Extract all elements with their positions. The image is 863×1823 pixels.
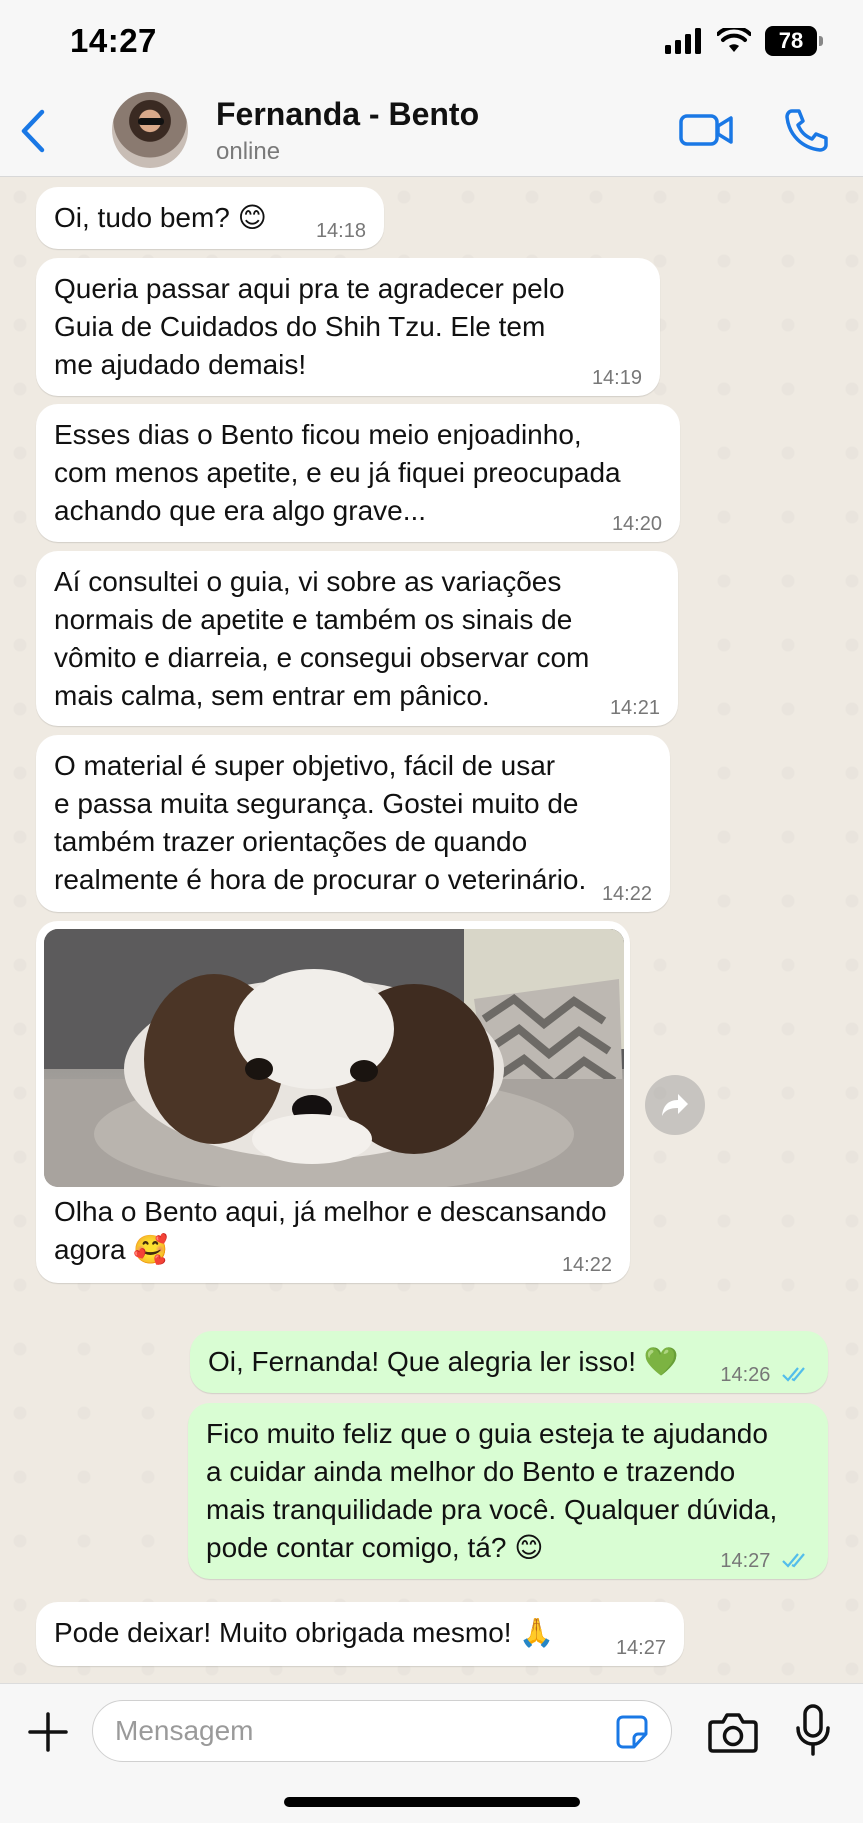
- message-incoming[interactable]: Esses dias o Bento ficou meio enjoadinho…: [36, 404, 680, 542]
- photo-message[interactable]: Olha o Bento aqui, já melhor e descansan…: [36, 921, 630, 1283]
- message-time: 14:19: [591, 367, 642, 389]
- message-time: 14:21: [609, 697, 660, 719]
- phone-icon[interactable]: [782, 106, 830, 154]
- message-time: 14:27: [720, 1551, 810, 1571]
- message-incoming[interactable]: Queria passar aqui pra te agradecer pelo…: [36, 258, 660, 396]
- cellular-signal-icon: [665, 28, 701, 54]
- message-outgoing[interactable]: Fico muito feliz que o guia esteja te aj…: [188, 1403, 828, 1579]
- status-icons: 78: [665, 26, 823, 56]
- message-time: 14:22: [601, 883, 652, 905]
- wifi-icon: [717, 28, 751, 52]
- message-text: Olha o Bento aqui, já melhor e descansan…: [54, 1196, 607, 1265]
- plus-icon[interactable]: [28, 1712, 68, 1752]
- message-incoming[interactable]: Aí consultei o guia, vi sobre as variaçõ…: [36, 551, 678, 726]
- message-text: Esses dias o Bento ficou meio enjoadinho…: [54, 419, 621, 526]
- message-text: O material é super objetivo, fácil de us…: [54, 750, 587, 895]
- camera-icon[interactable]: [708, 1710, 758, 1754]
- message-text: Queria passar aqui pra te agradecer pelo…: [54, 273, 565, 380]
- sticker-icon[interactable]: [612, 1712, 652, 1752]
- contact-name[interactable]: Fernanda - Bento: [216, 96, 479, 133]
- avatar[interactable]: [112, 92, 188, 168]
- status-time: 14:27: [70, 22, 157, 59]
- message-time-text: 14:26: [720, 1364, 771, 1386]
- chat-header: Fernanda - Bento online: [0, 88, 863, 177]
- message-time: 14:18: [315, 220, 366, 242]
- chat-area[interactable]: Oi, tudo bem? 😊 14:18 Queria passar aqui…: [0, 177, 863, 1681]
- message-text: Oi, Fernanda! Que alegria ler isso! 💚: [208, 1346, 679, 1377]
- status-bar: 14:27 78: [0, 0, 863, 88]
- forward-icon: [662, 1094, 688, 1116]
- message-text: Fico muito feliz que o guia esteja te aj…: [206, 1418, 778, 1563]
- message-time: 14:20: [611, 513, 662, 535]
- message-incoming[interactable]: Oi, tudo bem? 😊 14:18: [36, 187, 384, 249]
- back-chevron-icon[interactable]: [14, 106, 54, 156]
- home-indicator: [284, 1797, 580, 1807]
- message-text: Oi, tudo bem? 😊: [54, 202, 267, 233]
- dog-photo[interactable]: [44, 929, 624, 1187]
- message-text: Pode deixar! Muito obrigada mesmo! 🙏: [54, 1617, 555, 1648]
- input-bar: [0, 1683, 863, 1823]
- microphone-icon[interactable]: [795, 1704, 831, 1756]
- dog-photo-illustration: [44, 929, 624, 1187]
- video-call-icon[interactable]: [678, 108, 734, 152]
- message-time: 14:22: [561, 1254, 612, 1276]
- message-time: 14:26: [720, 1365, 810, 1385]
- message-text: Aí consultei o guia, vi sobre as variaçõ…: [54, 566, 590, 711]
- read-ticks-icon: [782, 1367, 805, 1382]
- contact-status: online: [216, 138, 281, 165]
- message-outgoing[interactable]: Oi, Fernanda! Que alegria ler isso! 💚 14…: [190, 1331, 828, 1393]
- message-time-text: 14:27: [720, 1550, 771, 1572]
- message-input[interactable]: [92, 1700, 672, 1762]
- message-incoming[interactable]: Pode deixar! Muito obrigada mesmo! 🙏 14:…: [36, 1602, 684, 1666]
- message-time: 14:27: [615, 1637, 666, 1659]
- forward-button[interactable]: [645, 1075, 705, 1135]
- message-incoming[interactable]: O material é super objetivo, fácil de us…: [36, 735, 670, 912]
- read-ticks-icon: [782, 1553, 805, 1568]
- battery-indicator: 78: [765, 26, 823, 56]
